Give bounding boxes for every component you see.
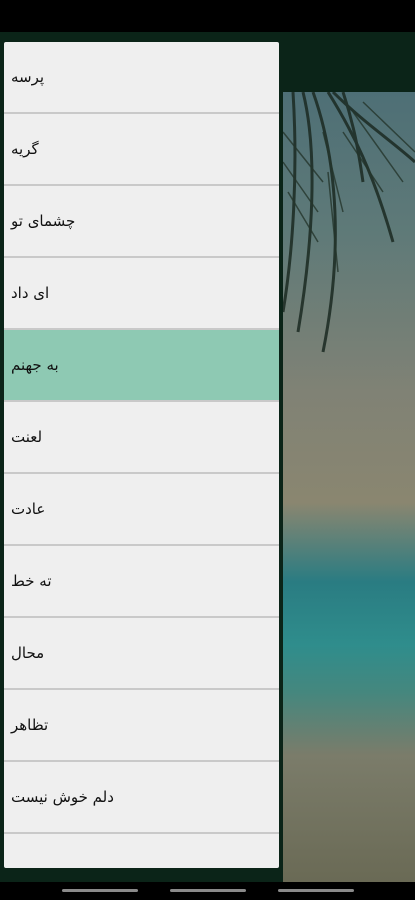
- list-item[interactable]: تظاهر: [4, 690, 279, 762]
- track-list: پرسه گریه چشمای تو ای داد به جهنم لعنت ع…: [4, 42, 279, 868]
- list-item[interactable]: عادت: [4, 474, 279, 546]
- list-item-label: چشمای تو: [11, 212, 76, 230]
- list-item-label: به جهنم: [11, 356, 59, 374]
- list-item[interactable]: لعنت: [4, 402, 279, 474]
- list-item-label: لعنت: [11, 428, 43, 446]
- list-item[interactable]: محال: [4, 618, 279, 690]
- beach-background-image: ◀ ↻ ▶: [283, 92, 415, 882]
- list-item-label: دلم خوش نیست: [11, 788, 114, 806]
- nav-handle-right[interactable]: [278, 889, 354, 892]
- list-item-label: پرسه: [11, 68, 45, 86]
- list-item-label: عادت: [11, 500, 46, 518]
- system-navigation-bar: [0, 882, 415, 900]
- list-item-label: ای داد: [11, 284, 50, 302]
- list-item[interactable]: چشمای تو: [4, 186, 279, 258]
- navigation-drawer: پرسه گریه چشمای تو ای داد به جهنم لعنت ع…: [0, 32, 283, 882]
- nav-handle-left[interactable]: [62, 889, 138, 892]
- list-item[interactable]: پرسه: [4, 42, 279, 114]
- list-item[interactable]: ای داد: [4, 258, 279, 330]
- list-item-label: گریه: [11, 140, 39, 158]
- list-item-selected[interactable]: به جهنم: [4, 330, 279, 402]
- nav-handle-center[interactable]: [170, 889, 246, 892]
- list-item-label: تظاهر: [11, 716, 49, 734]
- status-bar: [0, 0, 415, 32]
- list-item[interactable]: گریه: [4, 114, 279, 186]
- list-item[interactable]: دلم خوش نیست: [4, 762, 279, 834]
- palm-leaves-graphic: [283, 92, 415, 353]
- list-item-label: ته خط: [11, 572, 52, 590]
- list-item[interactable]: ته خط: [4, 546, 279, 618]
- list-item-label: محال: [11, 644, 45, 662]
